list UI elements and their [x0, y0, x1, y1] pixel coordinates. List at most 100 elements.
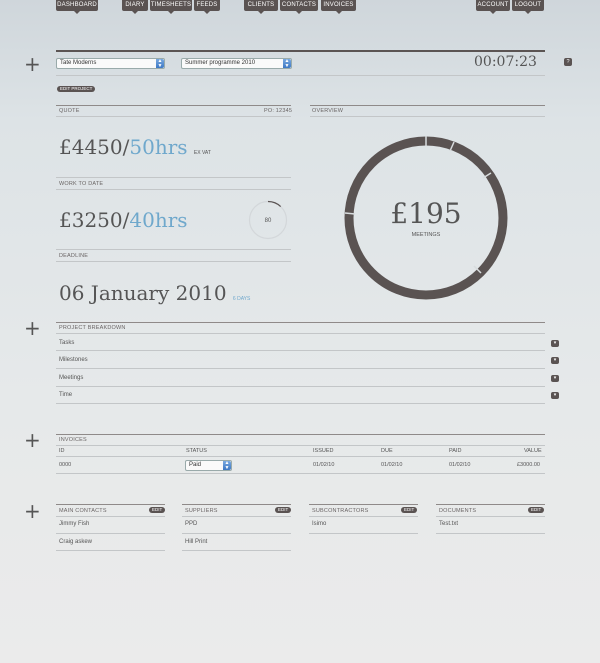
nav-diary[interactable]: DIARY [122, 0, 148, 14]
select-arrows-icon: ▲ ▼ [223, 460, 231, 471]
document-item[interactable]: Test.txt [439, 521, 458, 527]
breakdown-item-time[interactable]: Time [59, 392, 72, 398]
documents-edit-button[interactable]: EDIT [528, 507, 545, 513]
main-contact-item[interactable]: Jimmy Fish [59, 521, 89, 527]
select-arrows-icon: ▲ ▼ [156, 58, 164, 69]
deadline-days: 6 DAYS [232, 296, 251, 302]
nav-logout[interactable]: LOGOUT [512, 0, 544, 14]
nav-contacts[interactable]: CONTACTS [280, 0, 318, 14]
project-select-value: Summer programme 2010 [185, 60, 256, 66]
nav-invoices[interactable]: INVOICES [321, 0, 356, 14]
add-breakdown-icon[interactable]: + [24, 318, 41, 338]
row-divider [182, 550, 291, 551]
invoices-label: INVOICES [59, 437, 87, 443]
chevron-down-icon[interactable]: ▾ [551, 340, 559, 347]
deadline-date: 06 January 2010 [59, 281, 227, 305]
quote-figure: £4450/50hrs EX VAT [59, 135, 211, 159]
invoices-rule [56, 434, 545, 435]
subcontractors-sub-rule [309, 516, 418, 517]
main-contacts-sub-rule [56, 516, 165, 517]
supplier-item[interactable]: Hill Print [185, 539, 207, 545]
select-arrows-icon: ▲ ▼ [283, 58, 291, 69]
row-divider [56, 550, 165, 551]
quote-hours: 50hrs [129, 135, 188, 159]
nav-feeds[interactable]: FEEDS [194, 0, 220, 14]
invoice-due: 01/02/10 [381, 462, 403, 468]
breakdown-sub-rule [56, 333, 545, 334]
quote-amount: £4450 [59, 135, 123, 159]
row-divider [436, 533, 545, 534]
help-button[interactable]: ? [564, 58, 572, 66]
invoices-sub-rule [56, 445, 545, 446]
invoice-id: 0000 [59, 462, 72, 468]
chevron-down-icon[interactable]: ▾ [551, 375, 559, 382]
breakdown-item-tasks[interactable]: Tasks [59, 340, 74, 346]
work-hours: 40hrs [129, 208, 188, 232]
suppliers-rule [182, 504, 291, 505]
breakdown-label: PROJECT BREAKDOWN [59, 325, 126, 331]
add-contact-icon[interactable]: + [24, 501, 41, 521]
row-divider [309, 533, 418, 534]
client-select[interactable]: Tate Moderns ▲ ▼ [56, 58, 165, 69]
chevron-down-icon[interactable]: ▾ [551, 392, 559, 399]
add-invoice-icon[interactable]: + [24, 430, 41, 450]
work-progress-ring: 80 [248, 200, 288, 240]
documents-label: DOCUMENTS [439, 508, 477, 514]
quote-label: QUOTE [59, 108, 80, 114]
overview-donut: £195 MEETINGS [344, 136, 508, 300]
row-divider [56, 386, 545, 387]
overview-sublabel: MEETINGS [412, 232, 441, 238]
deadline-figure: 06 January 2010 6 DAYS [59, 281, 250, 305]
project-select[interactable]: Summer programme 2010 ▲ ▼ [181, 58, 292, 69]
work-amount: £3250 [59, 208, 123, 232]
nav-timesheets[interactable]: TIMESHEETS [150, 0, 192, 14]
subcontractors-edit-button[interactable]: EDIT [401, 507, 418, 513]
timer: 00:07:23 [474, 54, 537, 70]
work-label: WORK TO DATE [59, 181, 104, 187]
edit-project-button[interactable]: EDIT PROJECT [57, 86, 96, 92]
main-contact-item[interactable]: Craig askew [59, 539, 92, 545]
chevron-down-icon[interactable]: ▾ [551, 357, 559, 364]
deadline-sub-rule [56, 261, 291, 262]
col-id: ID [59, 448, 65, 454]
nav-dashboard[interactable]: DASHBOARD [56, 0, 98, 14]
suppliers-label: SUPPLIERS [185, 508, 218, 514]
invoice-paid: 01/02/10 [449, 462, 471, 468]
breakdown-rule [56, 322, 545, 323]
row-divider [56, 403, 545, 404]
breakdown-item-meetings[interactable]: Meetings [59, 375, 83, 381]
row-divider [56, 350, 545, 351]
ex-vat-label: EX VAT [193, 150, 211, 156]
main-contacts-rule [56, 504, 165, 505]
invoice-status-select[interactable]: Paid ▲ ▼ [185, 460, 232, 471]
suppliers-sub-rule [182, 516, 291, 517]
invoices-header-rule [56, 456, 545, 457]
invoices-row-rule [56, 473, 545, 474]
documents-rule [436, 504, 545, 505]
breakdown-item-milestones[interactable]: Milestones [59, 357, 88, 363]
overview-amount: £195 [390, 197, 461, 230]
progress-value: 80 [265, 218, 272, 224]
invoice-value: £3000.00 [517, 462, 540, 468]
work-figure: £3250/40hrs [59, 208, 188, 232]
add-project-icon[interactable]: + [24, 54, 41, 74]
col-paid: PAID [449, 448, 462, 454]
nav-clients[interactable]: CLIENTS [244, 0, 278, 14]
overview-rule [310, 105, 545, 106]
deadline-rule [56, 249, 291, 250]
work-sub-rule [56, 189, 291, 190]
row-divider [56, 368, 545, 369]
supplier-item[interactable]: PPD [185, 521, 197, 527]
suppliers-edit-button[interactable]: EDIT [275, 507, 292, 513]
main-contacts-label: MAIN CONTACTS [59, 508, 107, 514]
overview-label: OVERVIEW [312, 108, 344, 114]
invoice-status-value: Paid [189, 462, 202, 468]
subcontractor-item[interactable]: Isimo [312, 521, 326, 527]
col-value: VALUE [524, 448, 542, 454]
subcontractors-rule [309, 504, 418, 505]
nav-account[interactable]: ACCOUNT [476, 0, 510, 14]
col-status: STATUS [186, 448, 207, 454]
invoice-issued: 01/02/10 [313, 462, 335, 468]
overview-sub-rule [310, 116, 545, 117]
main-contacts-edit-button[interactable]: EDIT [149, 507, 166, 513]
